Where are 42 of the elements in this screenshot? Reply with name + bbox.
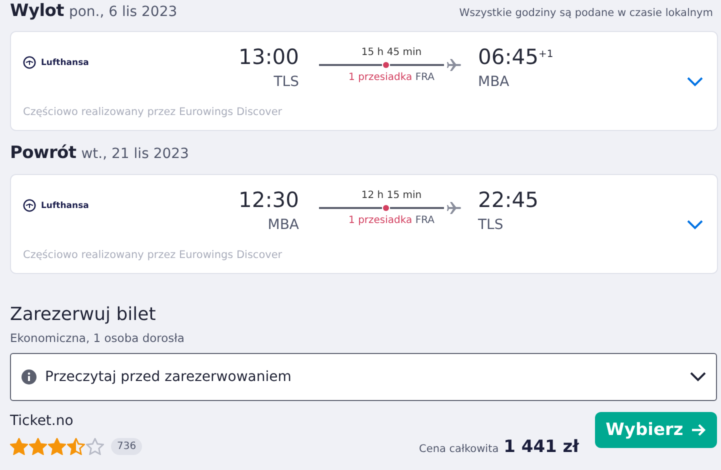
flight-card[interactable]: Lufthansa 13:00 TLS 15 h 45 min 1 przesiadka FRA 06:45$^{+1}$ MBA Częściowo realizowany przez Eurowings Discover — [10, 31, 718, 131]
timezone-note: Wszystkie godziny są podane w czasie lokalnym — [459, 7, 713, 19]
arrival-airport: MBA — [478, 74, 510, 90]
star-icon — [86, 438, 104, 455]
departure-time: 13:00 — [238, 44, 299, 70]
info-dropdown[interactable]: Przeczytaj przed zarezerwowaniem — [10, 353, 717, 401]
expand-icon[interactable] — [687, 220, 703, 230]
leg-title: Powrót — [10, 143, 76, 163]
section-title: Zarezerwuj bilet — [10, 304, 157, 325]
arrival-time: 06:45$^{+1}$ — [478, 44, 554, 70]
price-label: Cena całkowita — [419, 443, 499, 455]
arrival-time: 22:45 — [478, 187, 539, 213]
star-icon — [29, 438, 47, 455]
flight-duration: 12 h 15 min — [361, 190, 422, 201]
departure-airport: TLS — [274, 74, 299, 90]
stopover-info: 1 przesiadka FRA — [348, 72, 434, 83]
expand-icon[interactable] — [687, 77, 703, 87]
star-icon — [67, 438, 85, 455]
airline-name: Lufthansa — [41, 58, 89, 68]
departure-airport: MBA — [268, 217, 299, 233]
leg-title: Wylot — [10, 1, 64, 21]
flight-card[interactable]: Lufthansa 12:30 MBA 12 h 15 min 1 przesiadka FRA 22:45 TLS Częściowo realizowany przez Eurowings Discover — [10, 174, 718, 274]
info-icon — [21, 369, 37, 385]
leg-date: pon., 6 lis 2023 — [68, 4, 178, 20]
total-price: 1 441 zł — [504, 437, 579, 457]
airline-name: Lufthansa — [41, 200, 89, 210]
arrival-airport: TLS — [478, 217, 504, 233]
leg-date: wt., 21 lis 2023 — [81, 146, 189, 162]
crane-logo-icon — [23, 56, 36, 69]
departure-time: 12:30 — [238, 187, 299, 213]
stopover-info: 1 przesiadka FRA — [348, 215, 434, 226]
crane-logo-icon — [23, 199, 36, 212]
provider-name: Ticket.no — [10, 413, 74, 429]
flight-duration: 15 h 45 min — [361, 47, 422, 58]
chevron-icon[interactable] — [690, 372, 706, 382]
operated-by-note: Częściowo realizowany przez Eurowings Discover — [23, 106, 284, 118]
operated-by-note: Częściowo realizowany przez Eurowings Discover — [23, 249, 284, 261]
arrow-icon — [691, 423, 706, 437]
review-count: 736 — [111, 438, 142, 455]
fare-summary: Ekonomiczna, 1 osoba dorosła — [10, 331, 186, 345]
star-icon — [10, 438, 28, 455]
star-icon — [48, 438, 66, 455]
